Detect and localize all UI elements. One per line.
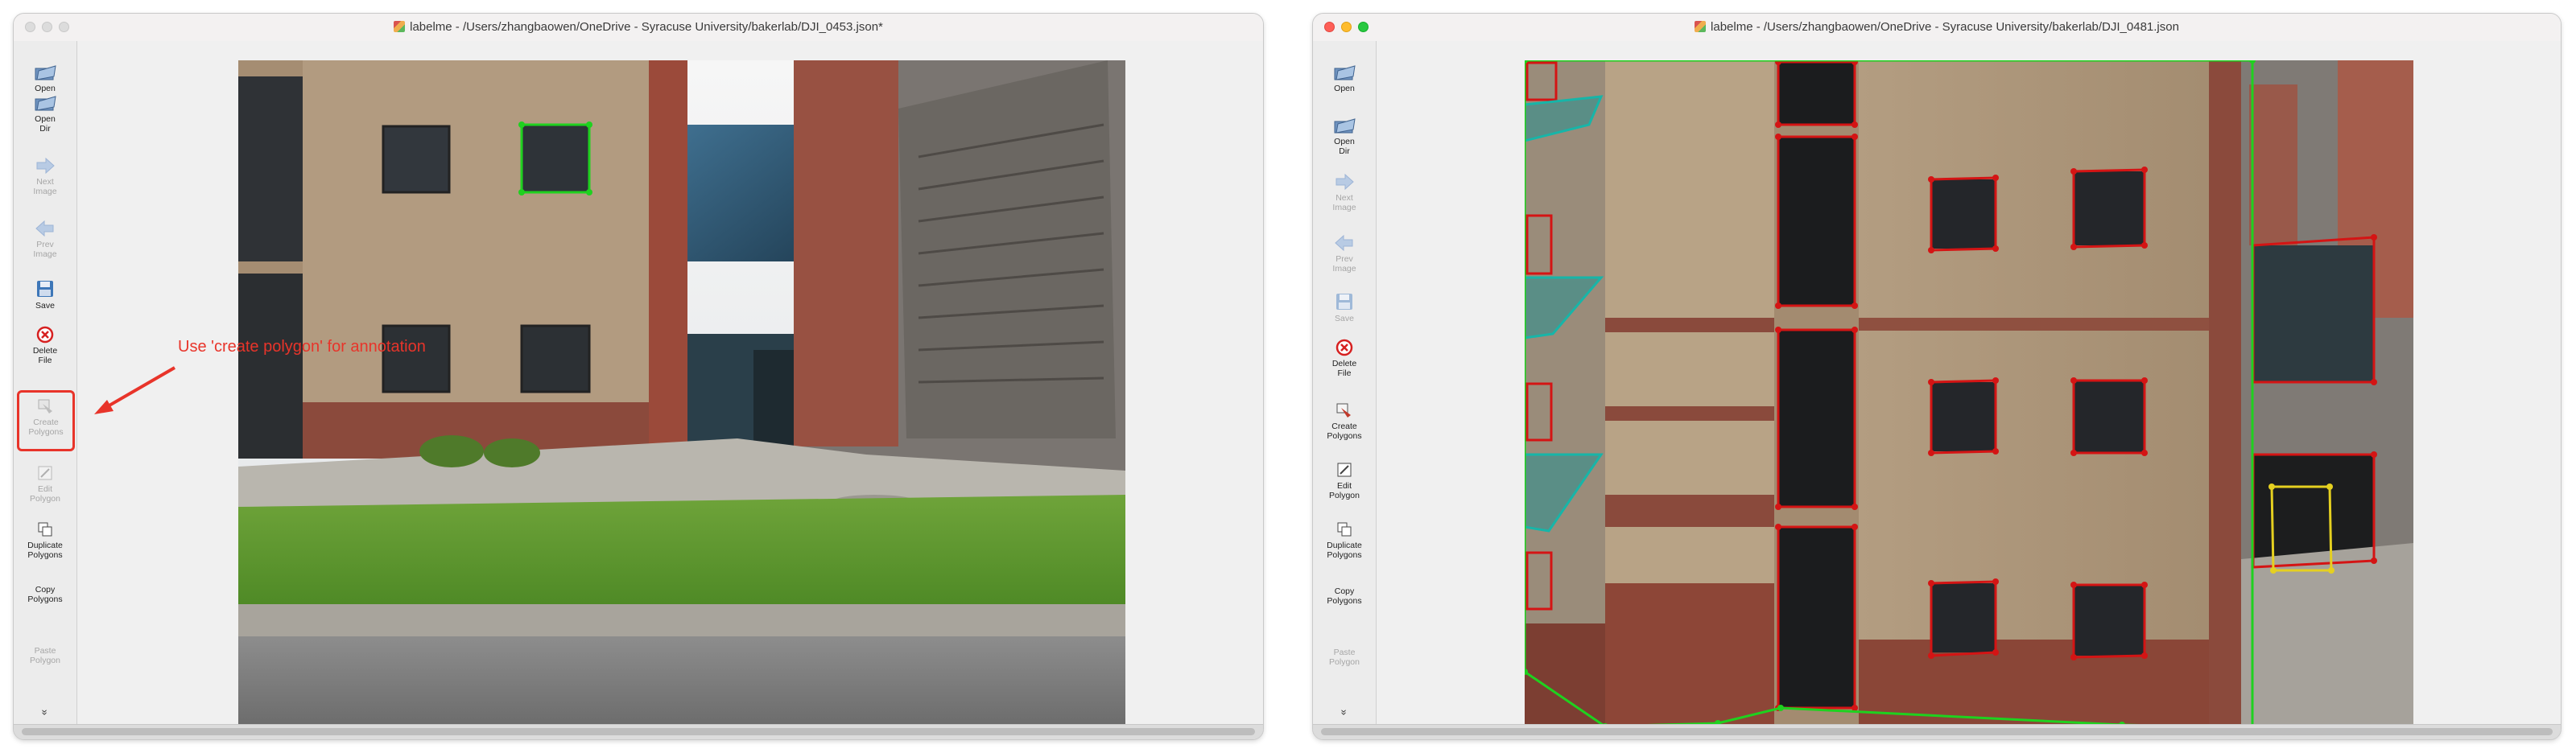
- delete-file-label: Delete File: [1331, 359, 1357, 378]
- toolbar: Open Open Dir Next Image Prev Image Save…: [14, 41, 77, 725]
- arrow-left-icon: [1335, 234, 1353, 252]
- create-polygon-icon: [1336, 403, 1351, 418]
- save-label: Save: [35, 301, 55, 311]
- delete-file-label: Delete File: [32, 346, 58, 365]
- copy-polygons-button[interactable]: Copy Polygons: [1315, 586, 1374, 606]
- edit-polygon-icon: [1337, 463, 1352, 477]
- labelme-app-icon: [394, 21, 406, 32]
- paste-polygons-label: Paste Polygon: [1329, 648, 1360, 667]
- window-title-text: labelme - /Users/zhangbaowen/OneDrive - …: [1711, 20, 2179, 34]
- labelme-app-icon: [1695, 21, 1707, 32]
- prev-image-button[interactable]: Prev Image: [1315, 234, 1374, 274]
- copy-polygons-label: Copy Polygons: [1327, 586, 1362, 606]
- folder-dir-icon: [35, 96, 56, 111]
- create-polygons-button[interactable]: Create Polygons: [17, 390, 75, 451]
- edit-polygon-icon: [38, 466, 52, 480]
- duplicate-polygons-button[interactable]: Duplicate Polygons: [15, 521, 75, 560]
- delete-file-button[interactable]: Delete File: [15, 326, 75, 365]
- delete-icon: [36, 326, 54, 344]
- window-title: labelme - /Users/zhangbaowen/OneDrive - …: [1313, 20, 2561, 34]
- duplicate-polygons-label: Duplicate Polygons: [27, 541, 63, 560]
- scrollbar-thumb[interactable]: [22, 728, 1255, 735]
- edit-polygons-label: Edit Polygon: [30, 484, 60, 504]
- delete-file-button[interactable]: Delete File: [1315, 339, 1374, 378]
- labelme-window-right: labelme - /Users/zhangbaowen/OneDrive - …: [1312, 13, 2562, 740]
- folder-open-icon: [35, 65, 56, 80]
- toolbar: Open Open Dir Next Image Prev Image Save…: [1313, 41, 1377, 725]
- save-icon: [37, 281, 53, 297]
- next-image-label: Next Image: [1332, 193, 1356, 212]
- annotation-arrow: [94, 366, 176, 414]
- photo-scene: [238, 60, 1125, 726]
- create-polygons-button[interactable]: Create Polygons: [1315, 401, 1374, 441]
- open-label: Open: [1334, 84, 1355, 93]
- edit-polygons-button[interactable]: Edit Polygon: [1315, 461, 1374, 500]
- next-image-button[interactable]: Next Image: [15, 157, 75, 196]
- edit-polygons-button[interactable]: Edit Polygon: [15, 464, 75, 504]
- annotation-callout-text: Use 'create polygon' for annotation: [178, 338, 426, 356]
- window-title: labelme - /Users/zhangbaowen/OneDrive - …: [14, 20, 1263, 34]
- photo-building-courtyard[interactable]: [238, 60, 1125, 726]
- labelme-window-left: labelme - /Users/zhangbaowen/OneDrive - …: [13, 13, 1264, 740]
- create-polygon-icon: [38, 399, 52, 414]
- window-title-text: labelme - /Users/zhangbaowen/OneDrive - …: [410, 20, 883, 34]
- duplicate-polygons-button[interactable]: Duplicate Polygons: [1315, 521, 1374, 560]
- open-dir-label: Open Dir: [35, 114, 56, 134]
- paste-polygons-button[interactable]: Paste Polygon: [15, 646, 75, 665]
- prev-image-label: Prev Image: [33, 240, 57, 259]
- folder-open-icon: [1334, 65, 1356, 80]
- open-button[interactable]: Open: [1315, 64, 1374, 93]
- folder-dir-icon: [1334, 118, 1356, 134]
- create-polygons-label: Create Polygons: [28, 418, 64, 437]
- canvas[interactable]: [77, 41, 1263, 726]
- open-dir-label: Open Dir: [1334, 137, 1355, 156]
- arrow-right-icon: [36, 157, 55, 175]
- title-bar[interactable]: labelme - /Users/zhangbaowen/OneDrive - …: [1313, 14, 2561, 42]
- scrollbar-thumb[interactable]: [1321, 728, 2553, 735]
- open-dir-button[interactable]: Open Dir: [15, 94, 75, 134]
- delete-icon: [1335, 339, 1353, 356]
- next-image-label: Next Image: [33, 177, 57, 196]
- horizontal-scrollbar[interactable]: [14, 724, 1263, 739]
- save-button[interactable]: Save: [1315, 292, 1374, 323]
- paste-polygons-label: Paste Polygon: [30, 646, 60, 665]
- copy-polygons-button[interactable]: Copy Polygons: [15, 585, 75, 604]
- edit-polygons-label: Edit Polygon: [1329, 481, 1360, 500]
- duplicate-icon: [38, 522, 52, 537]
- arrow-right-icon: [1335, 173, 1354, 191]
- copy-polygons-label: Copy Polygons: [27, 585, 63, 604]
- duplicate-polygons-label: Duplicate Polygons: [1327, 541, 1362, 560]
- save-button[interactable]: Save: [15, 279, 75, 311]
- arrow-left-icon: [35, 220, 54, 237]
- prev-image-button[interactable]: Prev Image: [15, 220, 75, 259]
- open-label: Open: [35, 84, 56, 93]
- open-button[interactable]: Open: [15, 64, 75, 93]
- save-label: Save: [1335, 314, 1354, 323]
- canvas[interactable]: [1377, 41, 2561, 728]
- photo-scene: [1525, 60, 2413, 728]
- prev-image-label: Prev Image: [1332, 254, 1356, 274]
- create-polygons-label: Create Polygons: [1327, 422, 1362, 441]
- paste-polygons-button[interactable]: Paste Polygon: [1315, 648, 1374, 667]
- horizontal-scrollbar[interactable]: [1313, 724, 2561, 739]
- title-bar[interactable]: labelme - /Users/zhangbaowen/OneDrive - …: [14, 14, 1263, 42]
- duplicate-icon: [1337, 522, 1352, 537]
- next-image-button[interactable]: Next Image: [1315, 173, 1374, 212]
- save-icon: [1336, 294, 1352, 310]
- open-dir-button[interactable]: Open Dir: [1315, 117, 1374, 156]
- photo-building-facade[interactable]: [1525, 60, 2413, 728]
